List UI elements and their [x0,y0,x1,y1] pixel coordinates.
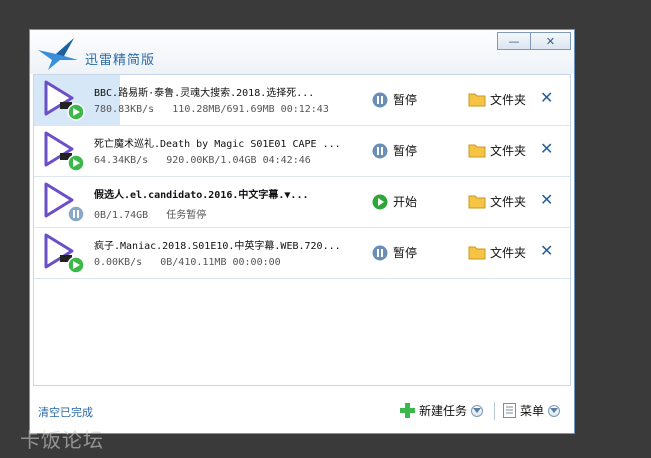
task-list: BBC.路易斯·泰鲁.灵魂大搜索.2018.选择死... 780.83KB/s … [33,74,571,386]
task-size: 0B/1.74GB [94,210,149,221]
chevron-down-icon[interactable] [548,404,561,417]
task-eta: 00:12:43 [280,104,329,115]
pause-icon [372,92,388,107]
task-eta: 00:00:00 [232,257,281,268]
folder-icon [468,144,486,158]
clear-completed-link[interactable]: 清空已完成 [38,404,93,420]
chevron-down-icon[interactable] [471,404,484,417]
task-name: 假选人.el.candidato.2016.中文字幕.▼... [94,190,309,201]
app-title: 迅雷精简版 [85,53,156,68]
pause-icon [372,143,388,158]
folder-icon [468,93,486,107]
task-row[interactable]: BBC.路易斯·泰鲁.灵魂大搜索.2018.选择死... 780.83KB/s … [34,75,570,126]
forum-watermark: 卡饭论坛 [20,428,104,452]
folder-label: 文件夹 [490,195,527,209]
task-status: 任务暂停 [166,210,207,221]
menu-label: 菜单 [520,404,545,418]
task-eta: 04:42:46 [262,155,311,166]
folder-label: 文件夹 [490,144,527,158]
video-file-icon [44,182,85,223]
task-progress: 110.28MB/691.69MB [172,104,275,115]
task-name: 疯子.Maniac.2018.S01E10.中英字幕.WEB.720... [94,241,341,252]
new-task-button[interactable]: 新建任务 [400,402,484,419]
thunder-bird-logo-icon [38,38,78,70]
task-row[interactable]: 假选人.el.candidato.2016.中文字幕.▼... 0B/1.74G… [34,177,570,228]
pause-icon [372,245,388,260]
task-row[interactable]: 死亡魔术巡礼.Death by Magic S01E01 CAPE ... 64… [34,126,570,177]
folder-label: 文件夹 [490,246,527,260]
task-name: BBC.路易斯·泰鲁.灵魂大搜索.2018.选择死... [94,88,315,99]
pause-label: 暂停 [393,246,418,260]
task-speed: 0.00KB/s [94,257,143,268]
task-progress: 920.00KB/1.04GB [166,155,257,166]
title-bar[interactable]: 迅雷精简版 — ✕ [30,30,574,74]
menu-document-icon [503,403,516,418]
task-row[interactable]: 疯子.Maniac.2018.S01E10.中英字幕.WEB.720... 0.… [34,228,570,279]
delete-task-icon[interactable]: ✕ [540,88,553,107]
open-folder-button[interactable]: 文件夹 [468,91,526,108]
open-folder-button[interactable]: 文件夹 [468,244,526,261]
pause-button[interactable]: 暂停 [372,244,417,261]
task-speed: 64.34KB/s [94,155,149,166]
pause-button[interactable]: 暂停 [372,91,417,108]
task-progress: 0B/410.11MB [160,257,227,268]
folder-icon [468,246,486,260]
delete-task-icon[interactable]: ✕ [540,139,553,158]
delete-task-icon[interactable]: ✕ [540,190,553,209]
menu-button[interactable]: 菜单 [503,402,561,419]
task-info: 780.83KB/s 110.28MB/691.69MB 00:12:43 [94,104,329,115]
pause-label: 暂停 [393,93,418,107]
start-label: 开始 [393,195,418,209]
open-folder-button[interactable]: 文件夹 [468,193,526,210]
video-file-icon [44,80,85,121]
pause-label: 暂停 [393,144,418,158]
new-task-label: 新建任务 [419,404,468,418]
task-name: 死亡魔术巡礼.Death by Magic S01E01 CAPE ... [94,139,341,150]
minimize-button[interactable]: — [497,32,531,50]
play-icon [372,194,388,209]
folder-icon [468,195,486,209]
start-button[interactable]: 开始 [372,193,417,210]
footer-bar: 清空已完成 新建任务 菜单 [30,390,574,434]
task-info: 64.34KB/s 920.00KB/1.04GB 04:42:46 [94,155,311,166]
open-folder-button[interactable]: 文件夹 [468,142,526,159]
plus-icon [400,403,415,418]
video-file-icon [44,131,85,172]
close-button[interactable]: ✕ [531,32,571,50]
thunder-window: 迅雷精简版 — ✕ BBC.路易斯·泰鲁.灵魂大搜索.2018.选择死... 7… [29,29,575,434]
delete-task-icon[interactable]: ✕ [540,241,553,260]
task-info: 0B/1.74GB 任务暂停 [94,206,206,221]
pause-button[interactable]: 暂停 [372,142,417,159]
task-info: 0.00KB/s 0B/410.11MB 00:00:00 [94,257,281,268]
folder-label: 文件夹 [490,93,527,107]
video-file-icon [44,233,85,274]
task-speed: 780.83KB/s [94,104,155,115]
